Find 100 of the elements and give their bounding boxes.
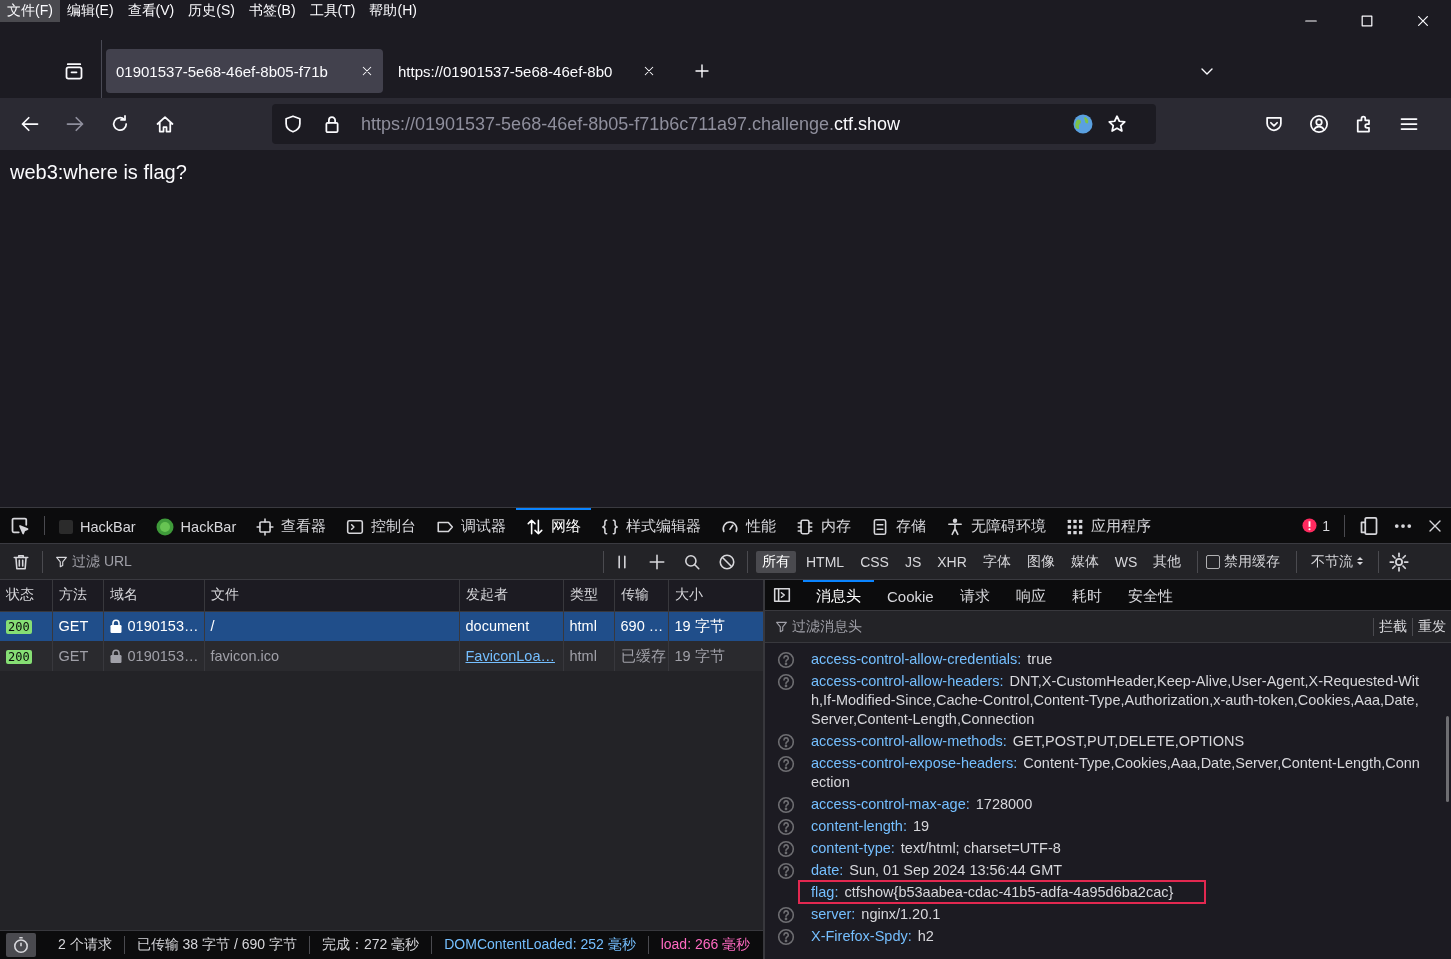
help-icon[interactable] [777, 928, 795, 946]
header-entry: access-control-allow-credentials: true [811, 650, 1054, 669]
column-header[interactable]: 大小 [668, 580, 763, 611]
column-header[interactable]: 类型 [563, 580, 614, 611]
menu-item[interactable]: 工具(T) [302, 0, 363, 22]
menu-item[interactable]: 书签(B) [241, 0, 303, 22]
page-text: web3:where is flag? [10, 161, 188, 184]
error-count[interactable]: 1 [1302, 517, 1330, 534]
search-icon[interactable] [683, 552, 701, 571]
help-icon[interactable] [777, 818, 795, 836]
table-cell: favicon.ico [204, 641, 459, 671]
menu-item[interactable]: 查看(V) [120, 0, 182, 22]
forward-icon[interactable] [65, 114, 85, 134]
tab-list-icon[interactable] [64, 61, 84, 81]
type-filter[interactable]: 其他 [1147, 550, 1188, 573]
detail-tab[interactable]: Cookie [874, 580, 947, 610]
browser-tab[interactable]: https://01901537-5e68-46ef-8b0 [388, 49, 665, 93]
type-filter[interactable]: CSS [854, 551, 895, 572]
new-tab-icon[interactable] [694, 63, 710, 79]
devtools-tab[interactable]: 性能 [711, 508, 787, 543]
plus-icon[interactable] [648, 552, 666, 571]
column-header[interactable]: 域名 [103, 580, 204, 611]
devtools-tab[interactable]: 样式编辑器 [591, 508, 712, 543]
account-icon[interactable] [1309, 114, 1329, 134]
star-icon[interactable] [1107, 114, 1127, 134]
column-header[interactable]: 状态 [0, 580, 52, 611]
devtools-tab[interactable]: 存储 [861, 508, 937, 543]
element-picker-icon[interactable] [10, 515, 30, 536]
header-entry: access-control-allow-methods: GET,POST,PUT,DELETE,OPTIONS [811, 732, 1246, 751]
column-header[interactable]: 文件 [204, 580, 459, 611]
header-entry: flag: ctfshow{b53aabea-cdac-41b5-adfa-4a95d6ba2cac} [811, 883, 1174, 902]
browser-tab[interactable]: 01901537-5e68-46ef-8b05-f71b [106, 49, 383, 93]
responsive-design-icon[interactable] [1359, 515, 1379, 536]
initiator-link[interactable]: FaviconLoa… [465, 648, 555, 664]
throttle-dropdown[interactable]: 不节流 [1311, 552, 1365, 571]
pocket-icon[interactable] [1264, 114, 1284, 134]
help-icon[interactable] [777, 906, 795, 924]
help-icon[interactable] [777, 840, 795, 858]
close-icon[interactable] [643, 65, 655, 77]
error-icon [1302, 518, 1318, 533]
back-icon[interactable] [20, 114, 40, 134]
menu-item[interactable]: 帮助(H) [362, 0, 424, 22]
detail-tab[interactable]: 安全性 [1114, 580, 1186, 610]
scrollbar[interactable] [1446, 716, 1449, 802]
reload-icon[interactable] [110, 114, 130, 134]
type-filter[interactable]: 所有 [756, 550, 796, 573]
header-action-button[interactable]: 拦截 [1373, 617, 1412, 636]
address-bar[interactable]: https://01901537-5e68-46ef-8b05-f71b6c711a97.challenge.ctf.show [272, 104, 1156, 144]
type-filter[interactable]: HTML [800, 551, 851, 572]
filter-headers-field[interactable]: 过滤消息头 [775, 617, 862, 636]
column-header[interactable]: 方法 [52, 580, 103, 611]
column-header[interactable]: 传输 [614, 580, 668, 611]
type-filter[interactable]: XHR [931, 551, 973, 572]
checkbox[interactable] [1206, 554, 1221, 569]
detail-tab[interactable]: 耗时 [1058, 580, 1115, 610]
devtools-tab[interactable]: 调试器 [426, 508, 517, 543]
help-icon[interactable] [777, 755, 795, 773]
column-header[interactable]: 发起者 [459, 580, 563, 611]
devtools-tab[interactable]: HackBar [145, 508, 247, 543]
close-icon[interactable] [1416, 14, 1430, 28]
type-filter[interactable]: 媒体 [1064, 550, 1105, 573]
help-icon[interactable] [777, 651, 795, 669]
home-icon[interactable] [155, 114, 175, 134]
type-filter[interactable]: 图像 [1020, 550, 1061, 573]
trash-icon[interactable] [12, 552, 30, 571]
help-icon[interactable] [777, 862, 795, 880]
globe-icon [1073, 114, 1093, 134]
devtools-tab[interactable]: 内存 [786, 508, 862, 543]
devtools-tab[interactable]: 查看器 [246, 508, 337, 543]
braces-icon [601, 517, 620, 536]
help-icon[interactable] [777, 733, 795, 751]
square-icon [59, 519, 73, 534]
header-action-button[interactable]: 重发 [1412, 617, 1451, 636]
close-icon[interactable] [361, 65, 373, 77]
maximize-icon[interactable] [1360, 14, 1374, 28]
help-icon[interactable] [777, 796, 795, 814]
header-entry: access-control-expose-headers: Content-Type,Cookies,Aaa,Date,Server,Content-Length,Connection [811, 754, 1421, 792]
grid-icon [1066, 517, 1085, 536]
menu-item[interactable]: 文件(F) [0, 0, 60, 22]
shield-icon[interactable] [283, 114, 303, 134]
devtools-tab[interactable]: 应用程序 [1056, 508, 1162, 543]
status-text: 已传输 38 字节 / 690 字节 [124, 936, 310, 954]
settings-icon[interactable] [1389, 551, 1410, 572]
menu-item[interactable]: 编辑(E) [59, 0, 121, 22]
menu-item[interactable]: 历史(S) [181, 0, 242, 22]
devtools-tab[interactable]: 控制台 [336, 508, 427, 543]
sidebar-toggle-icon[interactable] [773, 586, 791, 604]
block-icon[interactable] [718, 552, 736, 571]
devtools-tab[interactable]: HackBar [49, 508, 146, 543]
filter-url-field[interactable]: 过滤 URL [43, 544, 603, 579]
stopwatch-icon[interactable] [6, 933, 36, 957]
up-down-arrows-icon [526, 517, 545, 536]
type-filter[interactable]: 字体 [976, 550, 1017, 573]
devtools-tab[interactable]: 无障碍环境 [936, 508, 1057, 543]
table-cell: 0190153… [127, 648, 199, 664]
detail-tab[interactable]: 响应 [1002, 580, 1059, 610]
type-filter[interactable]: JS [898, 551, 928, 572]
detail-tab[interactable]: 请求 [946, 580, 1003, 610]
type-filter[interactable]: WS [1108, 551, 1144, 572]
help-icon[interactable] [777, 673, 795, 691]
